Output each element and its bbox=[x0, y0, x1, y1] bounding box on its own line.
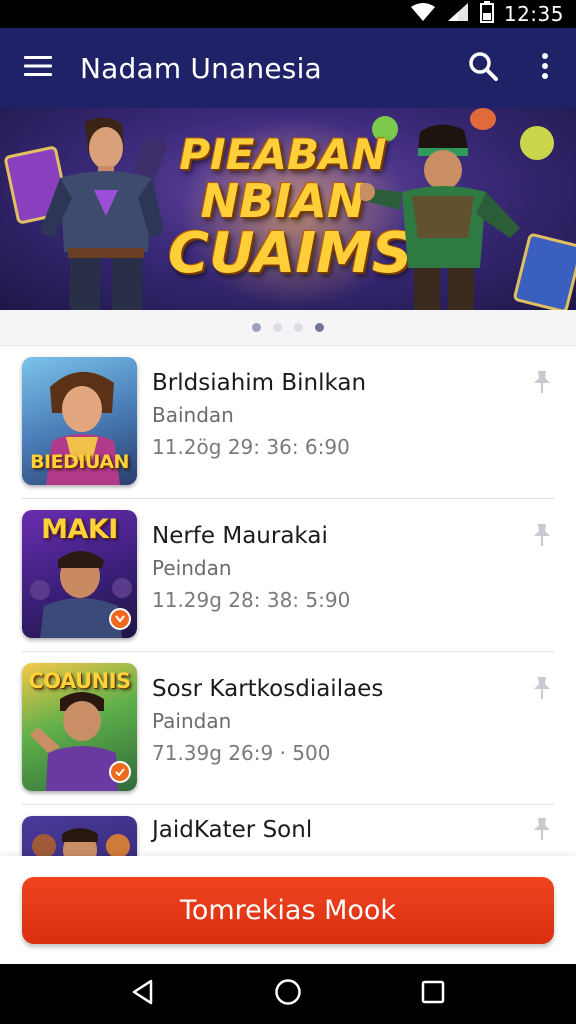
list-item[interactable]: MAKI Nerfe Maurakai Peindan 11.29g 28: 3… bbox=[0, 499, 576, 652]
search-icon bbox=[468, 51, 498, 86]
app-title: Nadam Unanesia bbox=[80, 51, 322, 85]
battery-icon bbox=[479, 0, 494, 28]
game-title: JaidKater Sonl bbox=[152, 817, 313, 843]
update-badge bbox=[109, 761, 131, 783]
menu-icon bbox=[24, 55, 52, 82]
search-button[interactable] bbox=[452, 28, 514, 108]
carousel-dot[interactable] bbox=[252, 323, 261, 332]
game-meta: 11.2ög 29: 36: 6:90 bbox=[152, 435, 350, 459]
promo-banner[interactable]: PIEABAN NBIAN CUAIMS bbox=[0, 108, 576, 310]
status-time: 12:35 bbox=[503, 2, 564, 26]
pin-button[interactable] bbox=[526, 368, 558, 400]
system-nav-bar bbox=[0, 964, 576, 1024]
game-thumbnail: MAKI bbox=[22, 510, 137, 638]
signal-icon bbox=[446, 2, 470, 27]
character-illustration bbox=[32, 828, 130, 856]
thumbnail-label: BIEDIUAN bbox=[30, 451, 129, 473]
status-bar: 12:35 bbox=[0, 0, 576, 28]
menu-button[interactable] bbox=[0, 28, 76, 108]
wifi-icon bbox=[410, 2, 436, 27]
game-title: Sosr Kartkosdiailaes bbox=[152, 676, 384, 702]
game-title: Brldsiahim Binlkan bbox=[152, 370, 367, 396]
game-subtitle: Paindan bbox=[152, 709, 232, 733]
carousel-indicators bbox=[0, 310, 576, 346]
more-options-button[interactable] bbox=[514, 28, 576, 108]
hero-left-illustration bbox=[40, 117, 164, 310]
game-subtitle: Baindan bbox=[152, 403, 234, 427]
hero-right-illustration bbox=[360, 124, 520, 310]
app-bar: Nadam Unanesia bbox=[0, 28, 576, 108]
home-button[interactable] bbox=[258, 964, 318, 1024]
game-meta: 71.39g 26:9 · 500 bbox=[152, 741, 331, 765]
list-item[interactable]: JaidKater Sonl bbox=[0, 805, 576, 856]
list-item[interactable]: BIEDIUAN Brldsiahim Binlkan Baindan 11.2… bbox=[0, 346, 576, 499]
pin-icon bbox=[532, 816, 552, 847]
carousel-dot[interactable] bbox=[273, 323, 282, 332]
carousel-dot[interactable] bbox=[315, 323, 324, 332]
update-badge bbox=[109, 608, 131, 630]
game-thumbnail bbox=[22, 816, 137, 856]
thumbnail-label: COAUNIS bbox=[28, 669, 131, 693]
carousel-dot[interactable] bbox=[294, 323, 303, 332]
back-icon bbox=[130, 979, 156, 1010]
pin-button[interactable] bbox=[526, 815, 558, 847]
home-icon bbox=[274, 978, 302, 1011]
more-vert-icon bbox=[541, 52, 549, 84]
game-title: Nerfe Maurakai bbox=[152, 523, 328, 549]
game-list: BIEDIUAN Brldsiahim Binlkan Baindan 11.2… bbox=[0, 346, 576, 856]
pin-icon bbox=[532, 675, 552, 706]
game-thumbnail: BIEDIUAN bbox=[22, 357, 137, 485]
recents-icon bbox=[421, 980, 445, 1009]
game-subtitle: Peindan bbox=[152, 556, 232, 580]
pin-button[interactable] bbox=[526, 674, 558, 706]
pin-icon bbox=[532, 522, 552, 553]
pin-icon bbox=[532, 369, 552, 400]
list-item[interactable]: COAUNIS Sosr Kartkosdiailaes Paindan 71.… bbox=[0, 652, 576, 805]
back-button[interactable] bbox=[113, 964, 173, 1024]
bottom-action-area: Tomrekias Mook bbox=[0, 856, 576, 964]
game-thumbnail: COAUNIS bbox=[22, 663, 137, 791]
pin-button[interactable] bbox=[526, 521, 558, 553]
game-meta: 11.29g 28: 38: 5:90 bbox=[152, 588, 351, 612]
thumbnail-label: MAKI bbox=[41, 514, 118, 545]
recents-button[interactable] bbox=[403, 964, 463, 1024]
primary-action-button[interactable]: Tomrekias Mook bbox=[22, 877, 554, 944]
